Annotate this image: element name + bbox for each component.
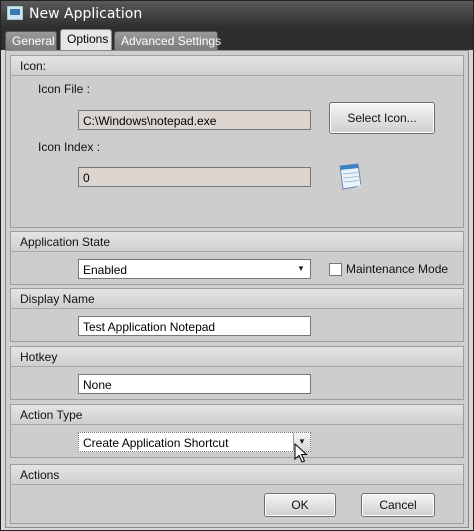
hotkey-header: Hotkey — [11, 347, 463, 367]
chevron-down-icon[interactable]: ▼ — [295, 262, 307, 276]
display-name-header: Display Name — [11, 289, 463, 309]
title-bar[interactable]: New Application — [1, 1, 473, 28]
application-state-header: Application State — [11, 232, 463, 252]
tab-general[interactable]: General — [5, 31, 57, 50]
application-window: New Application General Options Advanced… — [0, 0, 474, 531]
window-title: New Application — [29, 6, 143, 22]
application-state-value: Enabled — [83, 263, 128, 277]
icon-file-label: Icon File : — [38, 82, 91, 96]
options-panel: Icon: Icon File : C:\Windows\notepad.exe… — [5, 50, 469, 528]
icon-index-field[interactable]: 0 — [78, 167, 311, 187]
hotkey-section: Hotkey None — [10, 346, 464, 400]
application-state-dropdown[interactable]: Enabled ▼ — [78, 259, 311, 279]
display-name-section: Display Name Test Application Notepad — [10, 288, 464, 342]
icon-section: Icon: Icon File : C:\Windows\notepad.exe… — [10, 55, 464, 228]
application-state-section: Application State Enabled ▼ Maintenance … — [10, 231, 464, 285]
maintenance-mode-checkbox[interactable] — [329, 263, 342, 276]
icon-file-field[interactable]: C:\Windows\notepad.exe — [78, 110, 311, 130]
actions-section: Actions OK Cancel — [10, 464, 464, 524]
ok-button[interactable]: OK — [264, 493, 336, 517]
icon-section-header: Icon: — [11, 56, 463, 76]
tab-advanced-settings[interactable]: Advanced Settings — [114, 31, 221, 50]
hotkey-input[interactable]: None — [78, 374, 311, 394]
action-type-value: Create Application Shortcut — [83, 436, 229, 450]
tab-options[interactable]: Options — [60, 29, 112, 50]
icon-index-label: Icon Index : — [38, 140, 101, 154]
select-icon-button[interactable]: Select Icon... — [329, 102, 435, 134]
actions-header: Actions — [11, 465, 463, 485]
action-type-dropdown[interactable]: Create Application Shortcut ▼ — [78, 432, 311, 452]
monitor-icon — [7, 6, 23, 20]
tab-strip: General Options Advanced Settings — [1, 28, 473, 50]
action-type-header: Action Type — [11, 405, 463, 425]
notepad-icon — [339, 163, 362, 190]
action-type-section: Action Type Create Application Shortcut … — [10, 404, 464, 463]
cancel-button[interactable]: Cancel — [361, 493, 435, 517]
display-name-input[interactable]: Test Application Notepad — [78, 316, 311, 336]
mouse-cursor-icon — [294, 443, 308, 463]
maintenance-mode-label: Maintenance Mode — [346, 262, 449, 276]
